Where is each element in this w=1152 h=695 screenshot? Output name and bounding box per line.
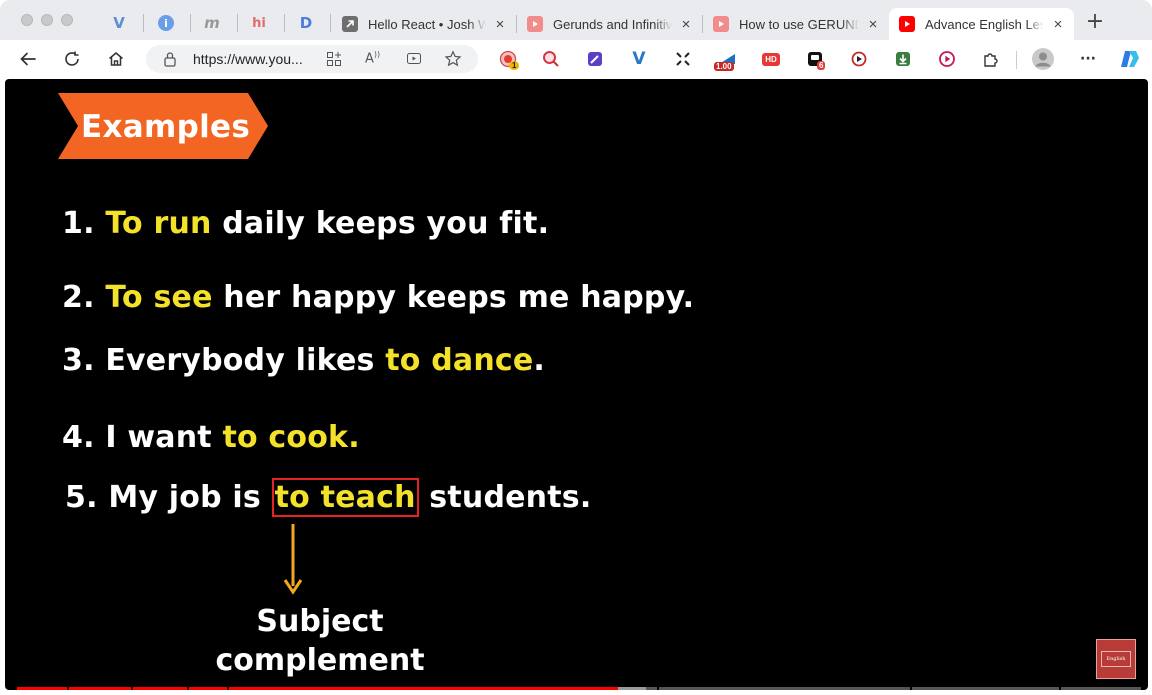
tab-strip: V i m hi D Hello React • Josh W × Gerund… [0,0,1152,44]
speed-extension-icon[interactable]: 1.00 [714,49,737,71]
browser-toolbar: https://www.you... A)) 1 V 1.00 HD 6 ··· [0,40,1152,78]
chapter-marker [910,687,912,690]
window-close-button[interactable] [21,14,33,26]
pinned-tab-info[interactable]: i [155,12,177,34]
tab-separator [143,14,144,32]
reload-icon [65,51,79,66]
example-line-4: 4. I want to cook. [62,420,360,455]
home-icon [109,52,123,66]
tab-gerunds-infinitives[interactable]: Gerunds and Infinitive × [517,8,702,40]
tab-separator [237,14,238,32]
tab-how-to-use-gerunds[interactable]: How to use GERUNDS × [703,8,889,40]
sparkle-extension-icon[interactable] [673,49,693,69]
progress-bar[interactable] [17,687,1141,690]
tab-title: Gerunds and Infinitive [553,16,672,32]
tab-title: Advance English Lesson [925,16,1044,32]
read-aloud-icon[interactable]: A)) [365,50,380,66]
pinned-tab-d[interactable]: D [295,12,317,34]
play-extension-icon[interactable] [937,49,957,69]
close-icon[interactable]: × [865,16,881,33]
lock-icon[interactable] [163,51,177,72]
highlight-box: to teach [271,478,419,517]
back-button[interactable] [16,47,40,71]
puzzle-extension-icon[interactable] [981,49,1001,69]
example-line-1: 1. To run daily keeps you fit. [62,206,550,241]
tab-separator [330,14,331,32]
example-line-5: 5. My job is to teach students. [65,478,592,517]
channel-watermark[interactable]: English [1096,639,1136,679]
more-options-button[interactable]: ··· [1076,47,1100,71]
zoom-search-extension-icon[interactable] [541,49,561,69]
chapter-marker [227,687,229,690]
record-extension-icon[interactable]: 1 [498,49,520,70]
arrow-down-icon [283,524,303,595]
copilot-icon[interactable] [1118,47,1142,71]
pinned-tab-v[interactable]: V [108,12,130,34]
arrow-left-icon [20,52,36,66]
chapter-marker [67,687,69,690]
window-minimize-button[interactable] [41,14,53,26]
immersive-reader-icon[interactable] [406,51,422,72]
new-tab-button[interactable]: + [1084,10,1106,34]
close-icon[interactable]: × [1050,16,1066,33]
tab-separator [284,14,285,32]
tab-title: How to use GERUNDS [739,16,859,32]
youtube-icon [527,16,543,32]
chapter-marker [657,687,659,690]
progress-played [17,687,619,690]
pinned-tab-m[interactable]: m [201,12,223,34]
star-icon[interactable] [444,50,462,73]
pinned-tab-hi[interactable]: hi [248,12,270,34]
close-icon[interactable]: × [678,16,694,33]
chapter-marker [187,687,189,690]
profile-avatar[interactable] [1031,47,1055,71]
url-text: https://www.you... [193,51,303,67]
youtube-icon [713,16,729,32]
video-player[interactable]: Examples 1. To run daily keeps you fit. … [5,79,1148,690]
examples-banner-text: Examples [81,109,251,145]
tab-title: Hello React • Josh W [368,16,486,32]
youtube-icon [899,16,915,32]
tab-advance-english-lesson[interactable]: Advance English Lesson × [889,8,1074,40]
chapter-marker [1059,687,1061,690]
toolbar-separator [1016,51,1017,69]
reload-button[interactable] [60,47,84,71]
window-maximize-button[interactable] [61,14,73,26]
subject-complement-label: Subject complement [215,604,425,678]
watermark-logo: English [1101,651,1131,667]
close-icon[interactable]: × [492,16,508,33]
v-extension-icon[interactable]: V [629,49,649,69]
app-grid-icon[interactable] [326,51,342,72]
chapter-marker [131,687,133,690]
pen-extension-icon[interactable] [585,49,605,69]
download-extension-icon[interactable] [893,49,913,69]
address-bar[interactable]: https://www.you... A)) [146,45,478,73]
hd-extension-icon[interactable]: HD [761,49,781,69]
home-button[interactable] [104,47,128,71]
arrow-square-icon [342,16,358,32]
stack-extension-icon[interactable]: 6 [805,49,826,70]
camera-extension-icon[interactable] [849,49,869,69]
example-line-3: 3. Everybody likes to dance. [62,343,546,378]
example-line-2: 2. To see her happy keeps me happy. [62,280,695,315]
tab-separator [190,14,191,32]
tab-hello-react[interactable]: Hello React • Josh W × [332,8,516,40]
